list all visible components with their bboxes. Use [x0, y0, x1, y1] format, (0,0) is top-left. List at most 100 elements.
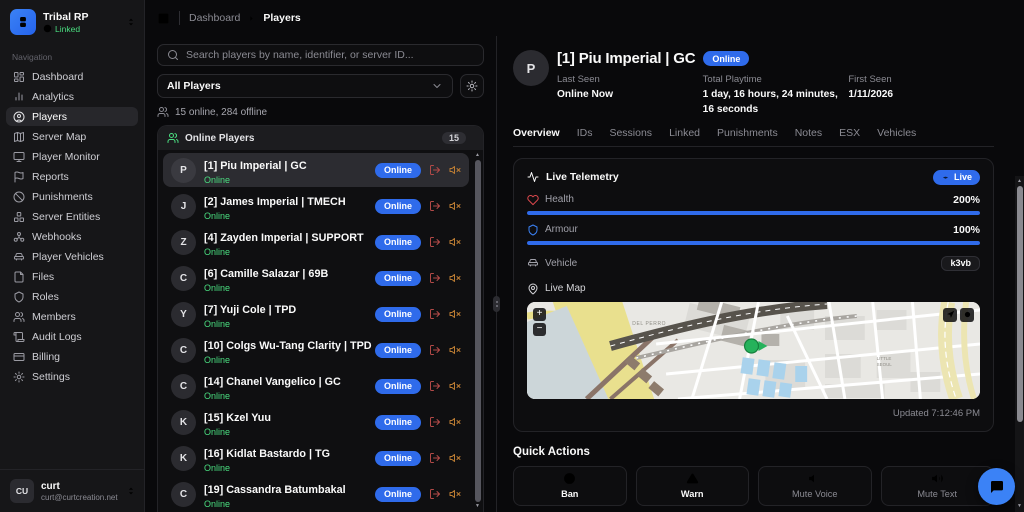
sidebar-item-player-vehicles[interactable]: Player Vehicles — [6, 247, 138, 266]
ban-button[interactable]: Ban — [513, 465, 627, 506]
sidebar-item-players[interactable]: Players — [6, 107, 138, 126]
chevrons-up-down-icon[interactable] — [126, 486, 136, 496]
sidebar-item-server-entities[interactable]: Server Entities — [6, 207, 138, 226]
mute-icon[interactable] — [449, 164, 461, 176]
team-switcher[interactable]: Tribal RP Linked — [0, 0, 144, 42]
user-menu[interactable]: CU curt curt@curtcreation.net — [0, 469, 144, 512]
player-name: [15] Kzel Yuu — [204, 411, 272, 424]
sidebar-item-analytics[interactable]: Analytics — [6, 87, 138, 106]
divider — [179, 11, 180, 25]
player-row[interactable]: K [16] Kidlat Bastardo | TG Online Online — [163, 441, 469, 475]
mute-text-button[interactable]: Mute Text — [880, 465, 994, 506]
player-row[interactable]: C [6] Camille Salazar | 69B Online Online — [163, 261, 469, 295]
tab-overview[interactable]: Overview — [513, 127, 560, 139]
mute-icon[interactable] — [449, 200, 461, 212]
scrollbar-thumb[interactable] — [1016, 186, 1023, 422]
sidebar-item-billing[interactable]: Billing — [6, 347, 138, 366]
player-row[interactable]: P [1] Piu Imperial | GC Online Online — [163, 153, 469, 187]
search-input[interactable] — [186, 49, 474, 61]
mute-icon[interactable] — [449, 344, 461, 356]
car-icon — [13, 251, 25, 263]
mute-icon[interactable] — [449, 488, 461, 500]
list-title: Online Players — [185, 132, 255, 144]
support-chat-button[interactable] — [978, 468, 1015, 505]
sidebar-item-members[interactable]: Members — [6, 307, 138, 326]
player-row[interactable]: Z [4] Zayden Imperial | SUPPORT Online Onli… — [163, 225, 469, 259]
tab-esx[interactable]: ESX — [839, 127, 860, 139]
sidebar-item-player-monitor[interactable]: Player Monitor — [6, 147, 138, 166]
chevrons-up-down-icon[interactable] — [126, 17, 136, 27]
kick-icon[interactable] — [429, 236, 441, 248]
player-name: [16] Kidlat Bastardo | TG — [204, 447, 331, 460]
health-bar — [527, 210, 980, 215]
map-follow-button[interactable] — [943, 307, 957, 322]
kick-icon[interactable] — [429, 416, 441, 428]
sidebar-item-files[interactable]: Files — [6, 267, 138, 286]
player-search[interactable] — [157, 44, 484, 66]
list-scrollbar[interactable]: ▲ ▼ — [474, 152, 481, 510]
nav-section-label: Navigation — [12, 52, 53, 62]
detail-scrollbar[interactable]: ▲ ▼ — [1015, 176, 1024, 512]
sidebar-item-reports[interactable]: Reports — [6, 167, 138, 186]
sidebar-item-server-map[interactable]: Server Map — [6, 127, 138, 146]
mute-voice-button[interactable]: Mute Voice — [758, 465, 872, 506]
player-filter-select[interactable]: All Players — [157, 74, 453, 98]
list-settings-button[interactable] — [460, 74, 484, 98]
kick-icon[interactable] — [429, 308, 441, 320]
player-row[interactable]: C [10] Colgs Wu-Tang Clarity | TPD Online O… — [163, 333, 469, 367]
player-row[interactable]: J [2] James Imperial | TMECH Online Online — [163, 189, 469, 223]
mute-icon[interactable] — [449, 272, 461, 284]
tab-vehicles[interactable]: Vehicles — [877, 127, 916, 139]
sidebar-item-punishments[interactable]: Punishments — [6, 187, 138, 206]
player-status: Online — [204, 318, 231, 329]
check-circle-icon — [43, 24, 52, 33]
tab-punishments[interactable]: Punishments — [717, 127, 778, 139]
vehicle-label: Vehicle — [545, 257, 578, 269]
scrollbar-thumb[interactable] — [474, 160, 481, 502]
sidebar-item-dashboard[interactable]: Dashboard — [6, 67, 138, 86]
tab-ids[interactable]: IDs — [577, 127, 593, 139]
scroll-icon — [13, 331, 25, 343]
kick-icon[interactable] — [429, 380, 441, 392]
meta-value: 1/11/2026 — [848, 89, 894, 100]
map-zoom-in-button[interactable]: + — [533, 307, 546, 321]
kick-icon[interactable] — [429, 452, 441, 464]
shield-icon — [13, 291, 25, 303]
online-badge: Online — [374, 306, 421, 322]
kick-icon[interactable] — [429, 488, 441, 500]
mute-icon[interactable] — [449, 416, 461, 428]
player-row[interactable]: Y [7] Yuji Cole | TPD Online Online — [163, 297, 469, 331]
map-zoom-out-button[interactable]: − — [533, 322, 546, 336]
kick-icon[interactable] — [429, 344, 441, 356]
live-map[interactable]: DEL PERRO LITTLE SEOUL + − — [527, 301, 980, 399]
sidebar-item-roles[interactable]: Roles — [6, 287, 138, 306]
kick-icon[interactable] — [429, 164, 441, 176]
mute-icon[interactable] — [449, 308, 461, 320]
mute-icon[interactable] — [449, 452, 461, 464]
kick-icon[interactable] — [429, 200, 441, 212]
mute-icon[interactable] — [449, 380, 461, 392]
player-row[interactable]: C [19] Cassandra Batumbakal Online Online — [163, 477, 469, 511]
breadcrumb-dashboard[interactable]: Dashboard — [189, 12, 240, 24]
message-icon — [989, 479, 1005, 495]
sidebar-item-webhooks[interactable]: Webhooks — [6, 227, 138, 246]
breadcrumb: Dashboard Players — [189, 12, 301, 24]
tab-notes[interactable]: Notes — [795, 127, 822, 139]
map-locate-button[interactable] — [960, 307, 974, 322]
tab-linked[interactable]: Linked — [669, 127, 700, 139]
warn-button[interactable]: Warn — [635, 465, 749, 506]
player-row[interactable]: K [15] Kzel Yuu Online Online — [163, 405, 469, 439]
mute-icon[interactable] — [449, 236, 461, 248]
users-icon — [157, 106, 169, 118]
count-badge: 15 — [441, 132, 466, 144]
sidebar-item-audit-logs[interactable]: Audit Logs — [6, 327, 138, 346]
avatar: C — [171, 265, 196, 291]
avatar: Z — [171, 229, 196, 255]
sidebar-item-settings[interactable]: Settings — [6, 367, 138, 386]
kick-icon[interactable] — [429, 272, 441, 284]
live-badge: Live — [932, 169, 980, 185]
sidebar-toggle-icon[interactable] — [157, 12, 170, 25]
wifi-icon — [941, 173, 950, 182]
player-row[interactable]: C [14] Chanel Vangelico | GC Online Online — [163, 369, 469, 403]
tab-sessions[interactable]: Sessions — [609, 127, 652, 139]
